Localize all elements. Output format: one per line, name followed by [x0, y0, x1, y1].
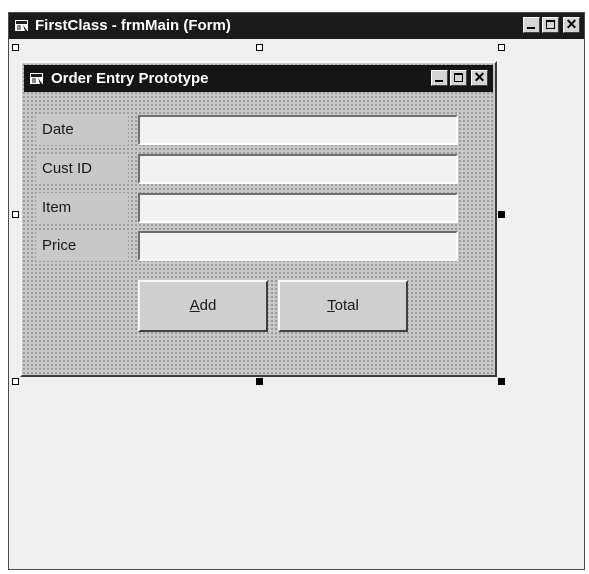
item-field[interactable]: [138, 193, 458, 223]
total-access-key: T: [327, 297, 335, 314]
add-button[interactable]: Add: [138, 280, 268, 332]
minimize-icon: [435, 80, 443, 82]
ide-window-title: FirstClass - frmMain (Form): [35, 17, 231, 34]
form-minimize-button[interactable]: [431, 70, 448, 86]
cust-id-label: Cust ID: [36, 154, 128, 184]
add-access-key: A: [189, 297, 200, 314]
resize-handle-top-right[interactable]: [498, 44, 505, 51]
cust-id-field[interactable]: [138, 154, 458, 184]
ide-close-button[interactable]: ✕: [563, 16, 580, 33]
resize-handle-bottom-left[interactable]: [12, 378, 19, 385]
item-label: Item: [36, 193, 128, 223]
maximize-icon: [546, 20, 555, 29]
resize-handle-left[interactable]: [12, 211, 19, 218]
ide-minimize-button[interactable]: [523, 17, 540, 33]
ide-maximize-button[interactable]: [542, 17, 559, 33]
resize-handle-right[interactable]: [498, 211, 505, 218]
add-label-rest: dd: [199, 297, 217, 314]
total-button[interactable]: Total: [278, 280, 408, 332]
date-field[interactable]: [138, 115, 458, 145]
minimize-icon: [527, 27, 535, 29]
form-maximize-button[interactable]: [450, 70, 467, 86]
total-label-rest: otal: [334, 297, 359, 314]
ide-titlebar[interactable]: FirstClass - frmMain (Form) ✕: [9, 13, 584, 39]
price-label: Price: [36, 231, 128, 261]
resize-handle-top[interactable]: [256, 44, 263, 51]
close-icon: ✕: [473, 69, 486, 85]
resize-handle-bottom[interactable]: [256, 378, 263, 385]
order-entry-form[interactable]: Order Entry Prototype ✕ Date Cust ID Ite…: [20, 61, 497, 377]
resize-handle-bottom-right[interactable]: [498, 378, 505, 385]
form-titlebar[interactable]: Order Entry Prototype ✕: [24, 65, 493, 92]
resize-handle-top-left[interactable]: [12, 44, 19, 51]
vb-form-icon: [30, 73, 43, 85]
price-field[interactable]: [138, 231, 458, 261]
form-title: Order Entry Prototype: [51, 70, 209, 87]
form-close-button[interactable]: ✕: [471, 69, 488, 86]
maximize-icon: [454, 73, 463, 82]
date-label: Date: [36, 115, 128, 145]
close-icon: ✕: [565, 16, 578, 32]
vb-form-icon: [15, 20, 28, 32]
